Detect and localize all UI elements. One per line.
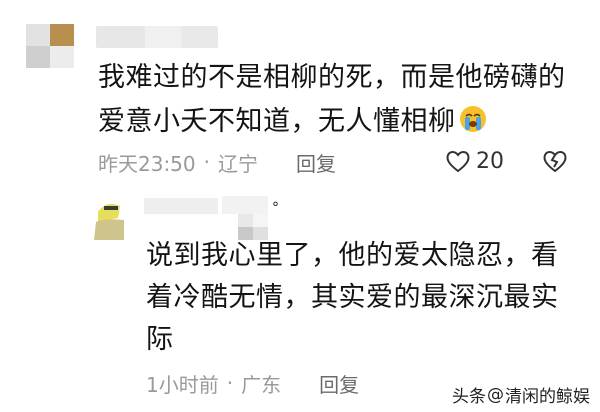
crying-face-icon xyxy=(459,106,486,132)
timestamp: 昨天23:50 xyxy=(98,151,196,176)
username-blurred[interactable] xyxy=(144,198,218,214)
heart-icon xyxy=(446,151,470,173)
like-count: 20 xyxy=(476,148,504,174)
timestamp: 1小时前 xyxy=(146,372,219,397)
comment-text: 爱意小夭不知道，无人懂相柳 xyxy=(98,100,488,144)
avatar-image xyxy=(94,198,128,240)
location: 辽宁 xyxy=(218,151,258,176)
username-blurred xyxy=(222,196,268,214)
watermark: 头条 @ 清闲的鲸娱 xyxy=(452,382,590,408)
reply-button[interactable]: 回复 xyxy=(319,369,359,398)
reply-text: 着冷酷无情，其实爱的最深沉最实 xyxy=(146,282,559,313)
dislike-button[interactable] xyxy=(540,147,570,179)
at-sign: @ xyxy=(487,384,504,405)
comment-text-line: 爱意小夭不知道，无人懂相柳 xyxy=(98,106,456,137)
separator: · xyxy=(226,371,234,395)
reply-text: 说到我心里了，他的爱太隐忍，看 xyxy=(146,240,559,271)
reply-button[interactable]: 回复 xyxy=(296,148,336,177)
reply-text: 际 xyxy=(146,324,174,355)
watermark-account: 清闲的鲸娱 xyxy=(505,387,590,407)
comment-meta: 昨天23:50 · 辽宁 回复 xyxy=(98,148,336,176)
username-blurred[interactable] xyxy=(96,26,218,48)
name-suffix: ° xyxy=(272,200,279,216)
avatar[interactable] xyxy=(94,198,128,240)
reply-meta: 1小时前 · 广东 回复 xyxy=(146,369,359,397)
watermark-prefix: 头条 xyxy=(452,387,486,407)
location: 广东 xyxy=(241,372,282,397)
comment-text: 我难过的不是相柳的死，而是他磅礴的 xyxy=(98,62,566,93)
avatar[interactable] xyxy=(26,24,74,68)
broken-heart-icon xyxy=(543,151,567,173)
like-button[interactable]: 20 xyxy=(444,147,504,175)
separator: · xyxy=(203,150,210,174)
